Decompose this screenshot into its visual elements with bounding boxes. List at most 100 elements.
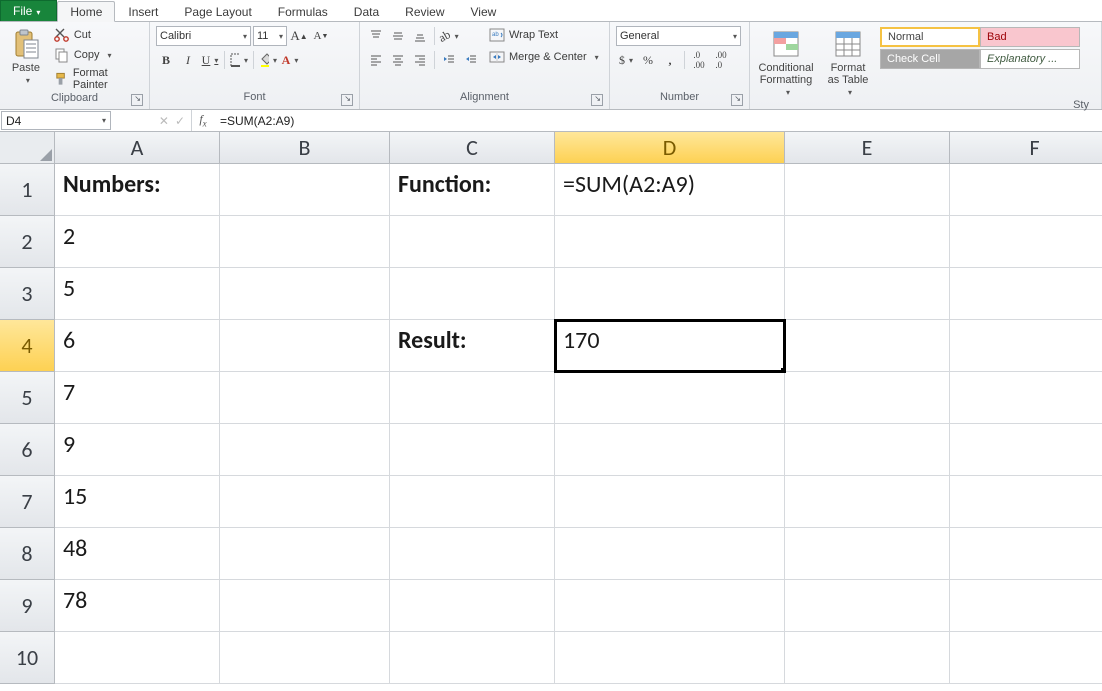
column-header-D[interactable]: D <box>555 132 785 164</box>
cell-E9[interactable] <box>785 580 950 632</box>
cell-B4[interactable] <box>220 320 390 372</box>
font-name-select[interactable]: Calibri▾ <box>156 26 251 46</box>
cell-B5[interactable] <box>220 372 390 424</box>
cell-style-normal[interactable]: Normal <box>880 27 980 47</box>
select-all-corner[interactable] <box>0 132 55 164</box>
cell-B3[interactable] <box>220 268 390 320</box>
cell-A2[interactable]: 2 <box>55 216 220 268</box>
fill-color-button[interactable]: ▾ <box>258 50 278 70</box>
tab-data[interactable]: Data <box>341 1 392 21</box>
accounting-format-button[interactable]: $▾ <box>616 50 636 70</box>
formula-input[interactable] <box>214 110 1102 131</box>
cell-A5[interactable]: 7 <box>55 372 220 424</box>
cell-F10[interactable] <box>950 632 1102 684</box>
column-header-F[interactable]: F <box>950 132 1102 164</box>
cell-C1[interactable]: Function: <box>390 164 555 216</box>
cell-E4[interactable] <box>785 320 950 372</box>
cell-C7[interactable] <box>390 476 555 528</box>
paste-button[interactable]: Paste ▾ <box>6 26 46 87</box>
cell-C6[interactable] <box>390 424 555 476</box>
font-color-button[interactable]: A▾ <box>280 50 300 70</box>
cell-A1[interactable]: Numbers: <box>55 164 220 216</box>
cell-A8[interactable]: 48 <box>55 528 220 580</box>
cell-F8[interactable] <box>950 528 1102 580</box>
conditional-formatting-button[interactable]: Conditional Formatting▾ <box>756 26 816 99</box>
cell-D4[interactable]: 170 <box>555 320 785 372</box>
cell-style-check[interactable]: Check Cell <box>880 49 980 69</box>
row-header-10[interactable]: 10 <box>0 632 55 684</box>
cell-D7[interactable] <box>555 476 785 528</box>
cell-D6[interactable] <box>555 424 785 476</box>
cell-D1[interactable]: =SUM(A2:A9) <box>555 164 785 216</box>
cell-C3[interactable] <box>390 268 555 320</box>
font-size-select[interactable]: 11▾ <box>253 26 287 46</box>
cell-C8[interactable] <box>390 528 555 580</box>
wrap-text-button[interactable]: ab Wrap Text <box>487 26 601 44</box>
merge-center-button[interactable]: Merge & Center▾ <box>487 48 601 66</box>
cell-F9[interactable] <box>950 580 1102 632</box>
cell-F6[interactable] <box>950 424 1102 476</box>
column-header-E[interactable]: E <box>785 132 950 164</box>
format-painter-button[interactable]: Format Painter <box>52 66 143 92</box>
tab-view[interactable]: View <box>458 1 510 21</box>
cell-E7[interactable] <box>785 476 950 528</box>
column-header-B[interactable]: B <box>220 132 390 164</box>
comma-style-button[interactable]: , <box>660 50 680 70</box>
column-header-A[interactable]: A <box>55 132 220 164</box>
cell-C9[interactable] <box>390 580 555 632</box>
row-header-2[interactable]: 2 <box>0 216 55 268</box>
format-as-table-button[interactable]: Format as Table▾ <box>822 26 874 99</box>
tab-review[interactable]: Review <box>392 1 457 21</box>
cell-F3[interactable] <box>950 268 1102 320</box>
cell-E8[interactable] <box>785 528 950 580</box>
cell-C10[interactable] <box>390 632 555 684</box>
cell-B2[interactable] <box>220 216 390 268</box>
align-bottom-button[interactable] <box>410 26 430 46</box>
tab-home[interactable]: Home <box>57 1 115 22</box>
cell-A6[interactable]: 9 <box>55 424 220 476</box>
row-header-1[interactable]: 1 <box>0 164 55 216</box>
copy-button[interactable]: Copy▾ <box>52 46 143 64</box>
cell-B1[interactable] <box>220 164 390 216</box>
orientation-button[interactable]: ab▾ <box>439 26 459 46</box>
align-top-button[interactable] <box>366 26 386 46</box>
decrease-indent-button[interactable] <box>439 50 459 70</box>
increase-font-button[interactable]: A▲ <box>289 26 309 46</box>
cell-C2[interactable] <box>390 216 555 268</box>
cell-E1[interactable] <box>785 164 950 216</box>
cell-A9[interactable]: 78 <box>55 580 220 632</box>
align-middle-button[interactable] <box>388 26 408 46</box>
cell-E5[interactable] <box>785 372 950 424</box>
percent-button[interactable]: % <box>638 50 658 70</box>
cell-F4[interactable] <box>950 320 1102 372</box>
row-header-9[interactable]: 9 <box>0 580 55 632</box>
number-format-select[interactable]: General▾ <box>616 26 741 46</box>
cell-F7[interactable] <box>950 476 1102 528</box>
cell-D3[interactable] <box>555 268 785 320</box>
row-header-4[interactable]: 4 <box>0 320 55 372</box>
cell-C4[interactable]: Result: <box>390 320 555 372</box>
cell-B9[interactable] <box>220 580 390 632</box>
decrease-decimal-button[interactable]: .00.0 <box>711 50 731 70</box>
bold-button[interactable]: B <box>156 50 176 70</box>
tab-insert[interactable]: Insert <box>115 1 171 21</box>
tab-formulas[interactable]: Formulas <box>265 1 341 21</box>
row-header-7[interactable]: 7 <box>0 476 55 528</box>
cell-E3[interactable] <box>785 268 950 320</box>
cell-B7[interactable] <box>220 476 390 528</box>
cell-B8[interactable] <box>220 528 390 580</box>
cell-D10[interactable] <box>555 632 785 684</box>
italic-button[interactable]: I <box>178 50 198 70</box>
enter-formula-icon[interactable]: ✓ <box>175 114 185 128</box>
align-center-button[interactable] <box>388 50 408 70</box>
column-header-C[interactable]: C <box>390 132 555 164</box>
row-header-8[interactable]: 8 <box>0 528 55 580</box>
tab-file[interactable]: File▾ <box>0 0 57 21</box>
cell-F5[interactable] <box>950 372 1102 424</box>
cell-A3[interactable]: 5 <box>55 268 220 320</box>
cell-B6[interactable] <box>220 424 390 476</box>
row-header-6[interactable]: 6 <box>0 424 55 476</box>
cell-F2[interactable] <box>950 216 1102 268</box>
alignment-dialog-launcher[interactable]: ↘ <box>591 94 603 106</box>
name-box[interactable]: D4▾ <box>1 111 111 130</box>
